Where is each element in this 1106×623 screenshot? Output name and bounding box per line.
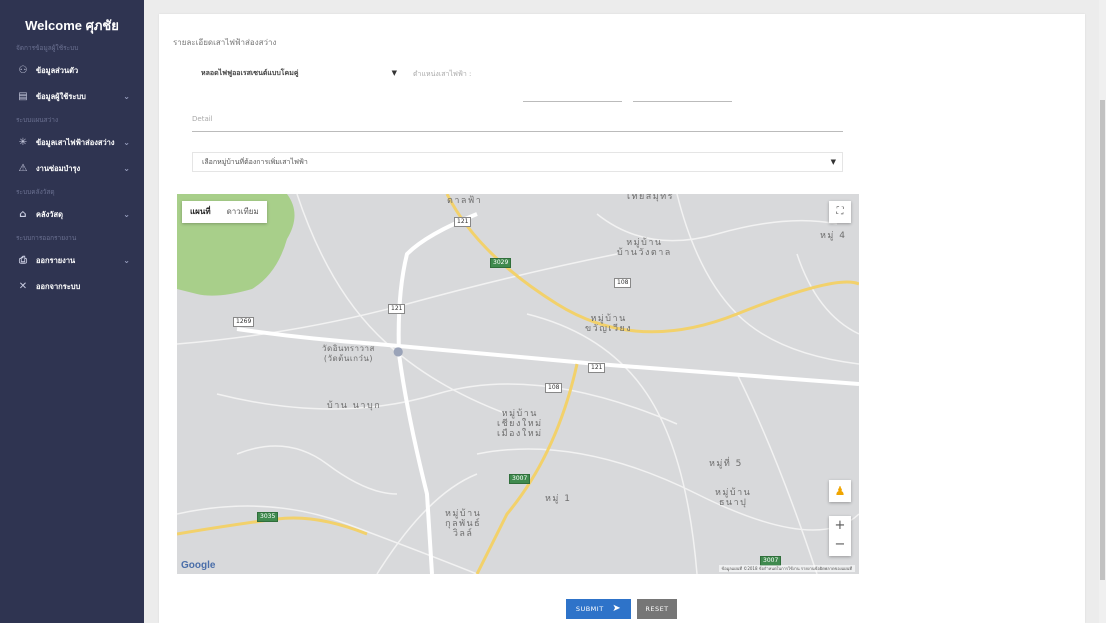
lamp-type-select[interactable]: หลอดไฟฟูออเรสเซนต์แบบโคมคู่ ▼ bbox=[193, 63, 401, 83]
tab-satellite[interactable]: ดาวเทียม bbox=[219, 201, 267, 223]
sidebar-item-label: ออกรายงาน bbox=[36, 256, 76, 265]
place-label: หมู่บ้าน บ้านวังตาล bbox=[617, 238, 672, 258]
zoom-controls: + − bbox=[829, 516, 851, 556]
road-shield: 3035 bbox=[257, 512, 279, 522]
place-label: หมู่บ้าน ขวัญเวียง bbox=[585, 314, 633, 334]
place-label: หมู่ที่ 5 bbox=[709, 459, 743, 469]
road-shield: 3029 bbox=[490, 258, 512, 268]
map-roads bbox=[177, 194, 859, 574]
tab-map[interactable]: แผนที่ bbox=[182, 201, 219, 223]
sidebar-item-inventory[interactable]: ⌂ คลังวัสดุ ⌄ bbox=[0, 202, 144, 228]
longitude-input[interactable] bbox=[633, 86, 732, 102]
sidebar-item-reports[interactable]: ⎙ ออกรายงาน ⌄ bbox=[0, 248, 144, 274]
chevron-down-icon: ⌄ bbox=[123, 164, 130, 173]
lamp-type-value: หลอดไฟฟูออเรสเซนต์แบบโคมคู่ bbox=[201, 69, 299, 77]
section-reports: ระบบการออกรายงาน bbox=[16, 234, 77, 242]
sidebar-item-label: ออกจากระบบ bbox=[36, 282, 81, 291]
fullscreen-icon[interactable]: ⛶ bbox=[829, 201, 851, 223]
road-shield: 121 bbox=[454, 217, 472, 227]
welcome-text: Welcome ศุภชัย bbox=[25, 18, 119, 33]
place-label: หมู่ 4 bbox=[820, 231, 847, 241]
caret-down-icon: ▼ bbox=[391, 69, 397, 77]
warning-icon: ⚠ bbox=[18, 163, 28, 174]
place-label: วัดอินทราวาส (วัดต้นเกว๋น) bbox=[322, 344, 375, 363]
place-label: หมู่ 1 bbox=[545, 494, 572, 504]
page-title: รายละเอียดเสาไฟฟ้าส่องสว่าง bbox=[173, 38, 277, 47]
road-shield: 1269 bbox=[233, 317, 255, 327]
send-icon: ➤ bbox=[612, 603, 622, 614]
chevron-down-icon: ⌄ bbox=[123, 92, 130, 101]
place-label: เทียสมุทร bbox=[627, 194, 674, 202]
road-shield: 108 bbox=[545, 383, 563, 393]
chevron-down-icon: ⌄ bbox=[123, 138, 130, 147]
sidebar-item-profile[interactable]: ⚇ ข้อมูลส่วนตัว bbox=[0, 58, 144, 84]
caret-down-icon: ▼ bbox=[830, 158, 836, 166]
submit-button[interactable]: SUBMIT ➤ bbox=[566, 599, 631, 619]
detail-input[interactable]: Detail bbox=[192, 111, 843, 132]
scrollbar-thumb[interactable] bbox=[1100, 100, 1105, 580]
street-view-icon[interactable]: ♟ bbox=[829, 480, 851, 502]
sidebar-item-users[interactable]: ▤ ข้อมูลผู้ใช้ระบบ ⌄ bbox=[0, 84, 144, 110]
reset-button[interactable]: RESET bbox=[637, 599, 677, 619]
sidebar-item-label: คลังวัสดุ bbox=[36, 210, 63, 219]
sidebar-item-label: ข้อมูลผู้ใช้ระบบ bbox=[36, 92, 86, 101]
report-icon: ⎙ bbox=[19, 255, 27, 266]
sidebar-item-label: งานซ่อมบำรุง bbox=[36, 164, 81, 173]
map-type-tabs: แผนที่ ดาวเทียม bbox=[182, 201, 267, 223]
position-label: ตำแหน่งเสาไฟฟ้า : bbox=[413, 70, 472, 78]
user-icon: ⚇ bbox=[18, 65, 28, 76]
map-attribution[interactable]: ข้อมูลแผนที่ ©2018 ข้อกำหนดในการใช้งาน ร… bbox=[718, 565, 855, 572]
section-inventory: ระบบคลังวัสดุ bbox=[16, 188, 55, 196]
chevron-down-icon: ⌄ bbox=[123, 210, 130, 219]
map[interactable]: แผนที่ ดาวเทียม ⛶ ตาลฟ้า เทียสมุทร หมู่บ… bbox=[177, 194, 859, 574]
chevron-down-icon: ⌄ bbox=[123, 256, 130, 265]
id-card-icon: ▤ bbox=[18, 91, 28, 102]
sidebar-item-label: ข้อมูลเสาไฟฟ้าส่องสว่าง bbox=[36, 138, 115, 147]
section-lighting: ระบบแผนสว่าง bbox=[16, 116, 59, 124]
road-shield: 3007 bbox=[509, 474, 531, 484]
main-panel: รายละเอียดเสาไฟฟ้าส่องสว่าง หลอดไฟฟูออเร… bbox=[159, 14, 1085, 623]
sidebar-item-logout[interactable]: ✕ ออกจากระบบ bbox=[0, 274, 144, 300]
google-logo: Google bbox=[181, 560, 216, 571]
place-label: บ้าน นาบุก bbox=[327, 401, 382, 411]
location-pin-icon: ● bbox=[393, 344, 404, 358]
latitude-input[interactable] bbox=[523, 86, 622, 102]
place-label: ตาลฟ้า bbox=[447, 196, 483, 206]
place-label: หมู่บ้าน เชียงใหม่ เมืองใหม่ bbox=[497, 409, 543, 439]
village-select-value: เลือกหมู่บ้านที่ต้องการเพิ่มเสาไฟฟ้า bbox=[202, 158, 308, 166]
close-icon: ✕ bbox=[18, 281, 28, 292]
zoom-in-button[interactable]: + bbox=[829, 516, 851, 536]
scrollbar[interactable] bbox=[1099, 0, 1106, 623]
sidebar-item-label: ข้อมูลส่วนตัว bbox=[36, 66, 79, 75]
submit-label: SUBMIT bbox=[575, 605, 604, 613]
sidebar-item-light-poles[interactable]: ✳ ข้อมูลเสาไฟฟ้าส่องสว่าง ⌄ bbox=[0, 130, 144, 156]
sidebar: Welcome ศุภชัย จัดการข้อมูลผู้ใช้ระบบ ⚇ … bbox=[0, 0, 144, 623]
place-label: หมู่บ้าน ธนาปุ bbox=[715, 488, 752, 508]
road-shield: 121 bbox=[588, 363, 606, 373]
light-icon: ✳ bbox=[18, 137, 28, 148]
section-user-management: จัดการข้อมูลผู้ใช้ระบบ bbox=[16, 44, 79, 52]
road-shield: 108 bbox=[614, 278, 632, 288]
road-shield: 121 bbox=[388, 304, 406, 314]
zoom-out-button[interactable]: − bbox=[829, 536, 851, 556]
sidebar-item-maintenance[interactable]: ⚠ งานซ่อมบำรุง ⌄ bbox=[0, 156, 144, 182]
village-select[interactable]: เลือกหมู่บ้านที่ต้องการเพิ่มเสาไฟฟ้า ▼ bbox=[192, 152, 843, 172]
place-label: หมู่บ้าน กุลพันธ์ วิลล์ bbox=[445, 509, 482, 539]
home-icon: ⌂ bbox=[19, 209, 27, 220]
